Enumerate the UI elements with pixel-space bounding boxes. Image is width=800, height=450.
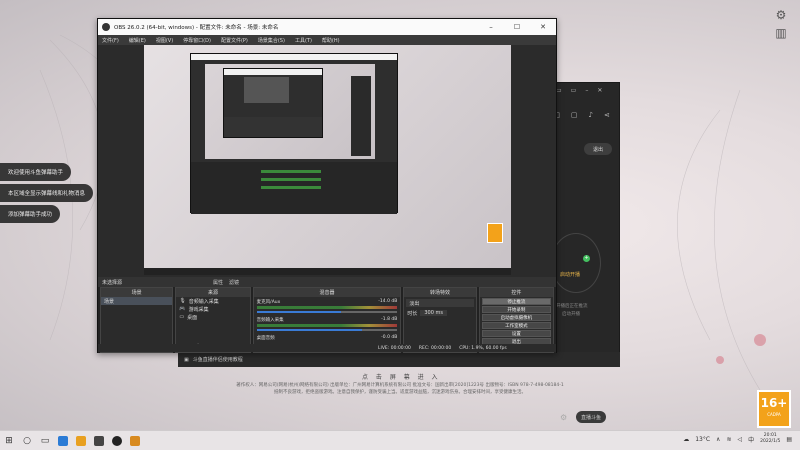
menu-scene-collection[interactable]: 场景集合(S) — [258, 37, 285, 44]
minimize-button[interactable]: – — [478, 23, 504, 31]
filters-tab[interactable]: 滤镜 — [229, 279, 239, 286]
mixer-channel[interactable]: 桌面音频 -0.0 dB — [254, 333, 401, 343]
bell-icon[interactable]: ♪ — [588, 111, 592, 119]
weather-temp[interactable]: 13°C — [695, 436, 710, 443]
start-live-label[interactable]: 启动开播 — [560, 271, 580, 278]
sources-title: 来源 — [176, 288, 250, 297]
properties-tab[interactable]: 属性 — [213, 279, 223, 286]
footer-line: 著作权人：网易公司(网易(杭州)网络有限公司) 出版单位：广州网易计算机系统有限… — [236, 383, 564, 388]
tv-small-icon: ▣ — [184, 356, 189, 363]
obs-title: OBS 26.0.2 (64-bit, windows) - 配置文件: 未命名… — [114, 25, 279, 31]
volume-icon[interactable]: ◁ — [737, 436, 742, 443]
nested-obs-level-1 — [190, 53, 398, 214]
notification-icon[interactable]: ▤ — [786, 436, 792, 443]
exit-button[interactable]: 退出 — [584, 143, 612, 155]
transition-select[interactable]: 淡出 — [406, 299, 474, 307]
settings-gear-icon[interactable]: ⚙ — [774, 8, 788, 22]
age-org: CADPA — [767, 412, 781, 417]
scene-header: 未选择源 属性 滤镜 — [98, 277, 556, 287]
close-icon[interactable]: ✕ — [597, 87, 602, 94]
taskbar: ⊞ ○ ▭ ☁ 13°C ∧ ≋ ◁ 中 20:01 2022/1/5 ▤ — [0, 430, 800, 450]
source-item[interactable]: 🎮 游戏采集 — [176, 305, 249, 313]
system-tray: ☁ 13°C ∧ ≋ ◁ 中 20:01 2022/1/5 ▤ — [683, 433, 792, 445]
maximize-button[interactable]: ☐ — [504, 23, 530, 31]
app-icon[interactable] — [90, 432, 108, 450]
menu-view[interactable]: 视图(V) — [156, 37, 173, 44]
ime-icon[interactable]: 中 — [748, 435, 754, 444]
cpu-fps: CPU: 1.9%, 60.00 fps — [459, 345, 507, 351]
selected-source-label: 未选择源 — [102, 279, 123, 286]
obs-titlebar: OBS 26.0.2 (64-bit, windows) - 配置文件: 未命名… — [98, 19, 556, 35]
start-recording-button[interactable]: 开始录制 — [481, 306, 551, 313]
menu-docks[interactable]: 停靠窗口(D) — [183, 37, 211, 44]
transitions-title: 转场特效 — [404, 288, 476, 297]
barcode-icon[interactable]: ▥ — [774, 26, 788, 40]
menu-tools[interactable]: 工具(T) — [295, 37, 312, 44]
cortana-icon[interactable]: ○ — [18, 432, 36, 450]
click-to-enter[interactable]: 点 击 屏 幕 进 入 — [362, 372, 441, 381]
toast-added: 添加弹幕助手成功 — [0, 205, 61, 223]
nested-age-badge — [487, 223, 503, 243]
controls-title: 控件 — [479, 288, 553, 297]
scene-item[interactable]: 场景 — [101, 297, 173, 305]
store-icon[interactable] — [54, 432, 72, 450]
stop-stream-button[interactable]: 停止推流 — [481, 298, 551, 305]
sub-text-2: 启动开播 — [562, 312, 580, 317]
mic-icon: 🎙 — [179, 298, 186, 304]
live-time: LIVE: 00:00:00 — [378, 345, 411, 351]
panel-gear-icon[interactable]: ⚙ — [560, 413, 567, 422]
mixer-title: 混音器 — [253, 288, 401, 297]
mixer-channel[interactable]: 麦克风/Aux -14.0 dB — [254, 297, 401, 315]
preview-canvas — [144, 45, 511, 275]
box-icon[interactable]: ▭ — [571, 87, 577, 94]
source-item[interactable]: 🎙 音频输入采集 — [176, 297, 249, 305]
toast-region-info: 本区域全显示弹幕线和礼物消息 — [0, 184, 94, 202]
windows-start-icon[interactable]: ⊞ — [0, 432, 18, 450]
chevron-up-icon[interactable]: ∧ — [716, 436, 720, 443]
live-button[interactable]: 直播斗鱼 — [576, 411, 606, 423]
menu-edit[interactable]: 编辑(E) — [129, 37, 146, 44]
footer-legal: 著作权人：网易公司(网易(杭州)网络有限公司) 出版单位：广州网易计算机系统有限… — [90, 382, 710, 396]
tv-icon[interactable]: ▢ — [571, 111, 578, 119]
age-number: 16+ — [760, 396, 788, 410]
game-app-icon[interactable] — [126, 432, 144, 450]
gamepad-icon: 🎮 — [179, 306, 186, 312]
monitor-icon: ▭ — [179, 314, 185, 320]
task-view-icon[interactable]: ▭ — [36, 432, 54, 450]
douyu-app-icon[interactable] — [72, 432, 90, 450]
live-circle — [551, 233, 601, 293]
virtual-camera-button[interactable]: 启动虚拟摄像机 — [481, 314, 551, 321]
share-icon[interactable]: ⋖ — [604, 111, 610, 119]
mixer-channel[interactable]: 音频输入采集 -1.8 dB — [254, 315, 401, 333]
obs-window: OBS 26.0.2 (64-bit, windows) - 配置文件: 未命名… — [97, 18, 557, 353]
menu-profile[interactable]: 配置文件(P) — [221, 37, 248, 44]
rec-time: REC: 00:00:00 — [418, 345, 452, 351]
close-button[interactable]: ✕ — [530, 23, 556, 31]
obs-menubar: 文件(F) 编辑(E) 视图(V) 停靠窗口(D) 配置文件(P) 场景集合(S… — [98, 35, 556, 45]
settings-button[interactable]: 设置 — [481, 330, 551, 337]
tutorial-link[interactable]: 斗鱼直播伴侣使用教程 — [193, 356, 243, 363]
tutorial-strip: ▣ 斗鱼直播伴侣使用教程 — [178, 352, 620, 367]
obs-preview[interactable] — [98, 45, 556, 275]
toast-welcome: 欢迎使用斗鱼弹幕助手 — [0, 163, 72, 181]
wifi-icon[interactable]: ≋ — [726, 436, 731, 443]
minimize-icon[interactable]: – — [585, 87, 588, 94]
clock[interactable]: 20:01 2022/1/5 — [760, 433, 780, 445]
obs-logo-icon — [102, 23, 110, 31]
obs-app-icon[interactable] — [108, 432, 126, 450]
weather-icon[interactable]: ☁ — [683, 436, 689, 443]
sub-text-1: 开播后正在推流 — [556, 304, 588, 309]
obs-statusbar: LIVE: 00:00:00 REC: 00:00:00 CPU: 1.9%, … — [98, 344, 556, 352]
menu-help[interactable]: 帮助(H) — [322, 37, 340, 44]
age-rating-badge: 16+ CADPA — [757, 390, 791, 428]
scenes-title: 场景 — [101, 288, 173, 297]
status-dot-icon: + — [583, 255, 590, 262]
menu-file[interactable]: 文件(F) — [102, 37, 119, 44]
source-item[interactable]: ▭ 桌面 — [176, 313, 249, 321]
duration-row[interactable]: 时长 300 ms — [404, 309, 475, 317]
footer-line: 抵制不良游戏，拒绝盗版游戏。注意自我保护，谨防受骗上当。适度游戏益脑，沉迷游戏伤… — [274, 390, 526, 395]
studio-mode-button[interactable]: 工作室模式 — [481, 322, 551, 329]
